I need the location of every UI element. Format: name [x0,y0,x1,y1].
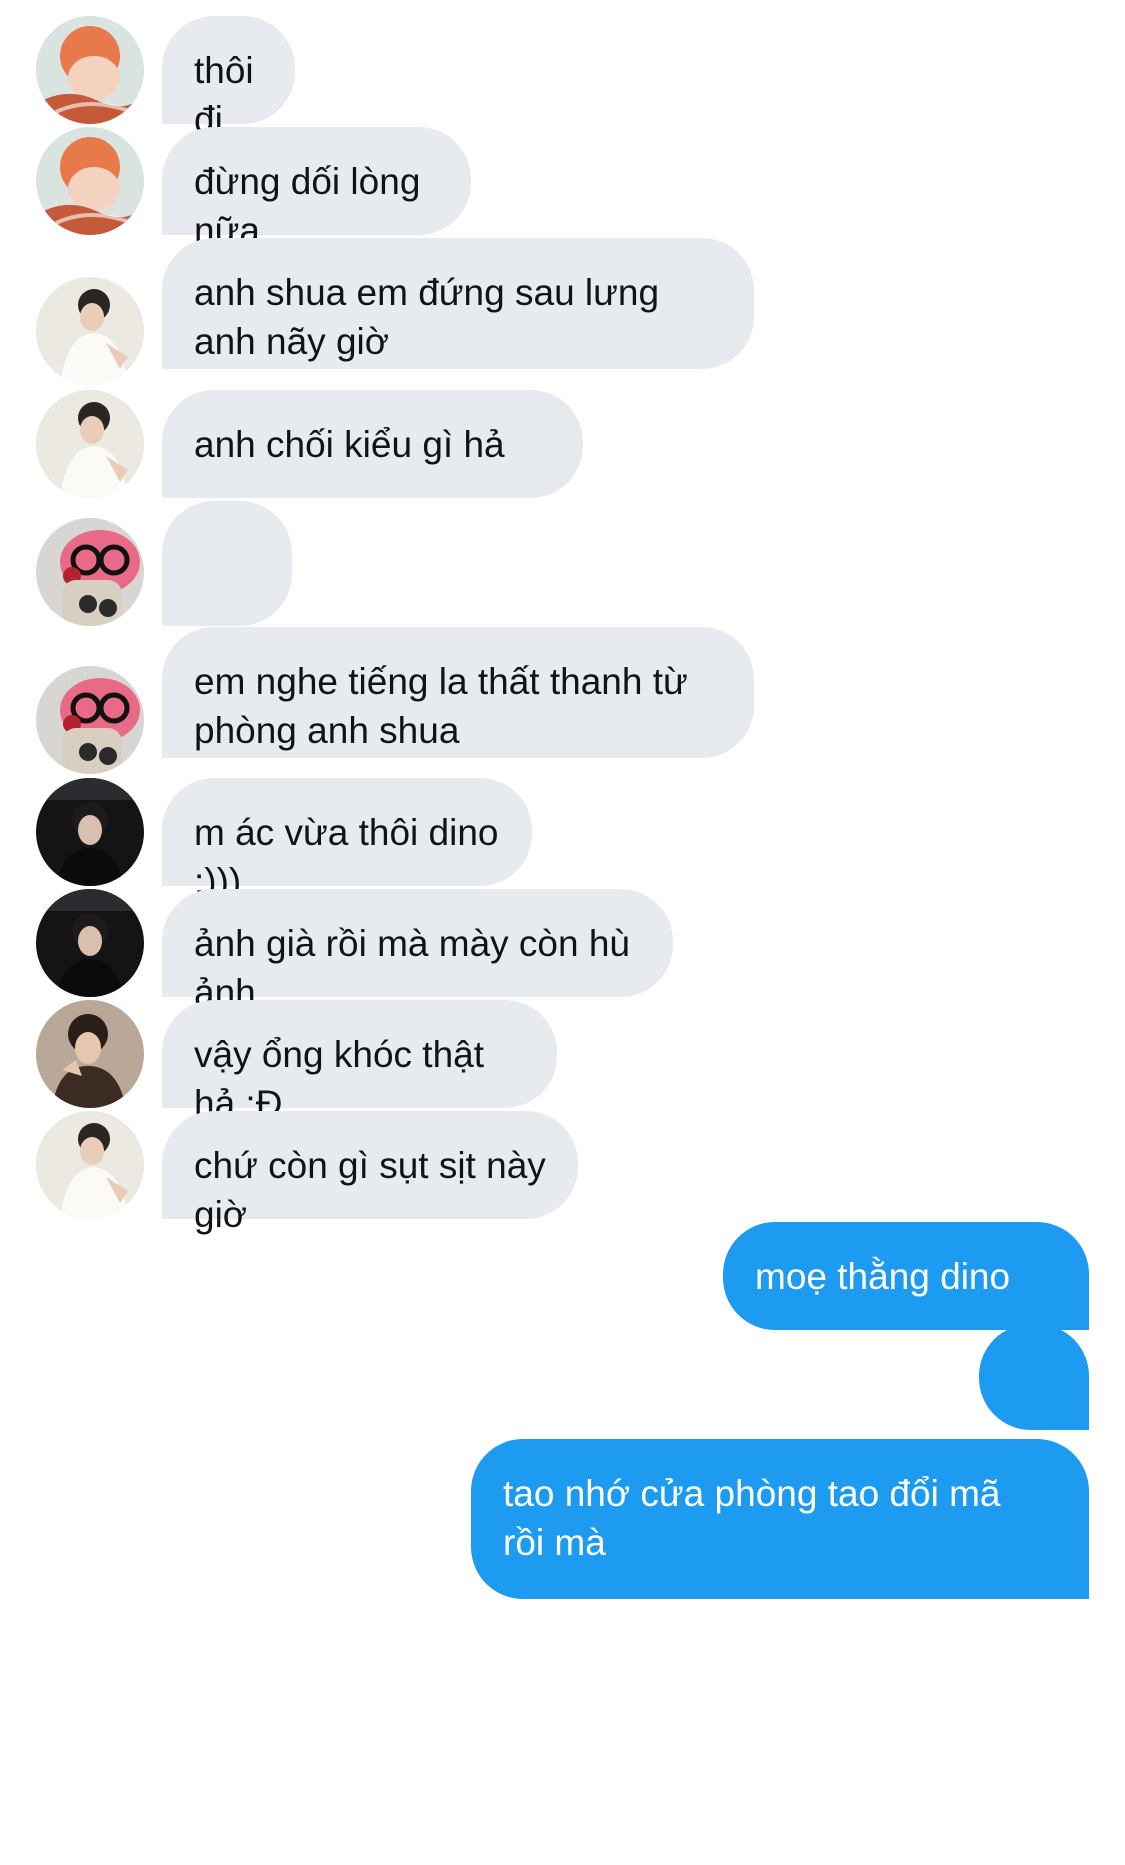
message-row: vậy ổng khóc thật hả :Đ [0,1000,1125,1124]
message-bubble[interactable]: em nghe tiếng la thất thanh từ phòng anh… [162,627,754,758]
message-row: m ác vừa thôi dino :))) [0,778,1125,902]
avatar-white-shirt[interactable] [36,390,144,498]
message-bubble-outgoing[interactable]: tao nhớ cửa phòng tao đổi mã rồi mà [471,1439,1089,1599]
message-row: thôi đi [0,16,1125,140]
avatar-white-shirt[interactable] [36,277,144,385]
message-row: em nghe tiếng la thất thanh từ phòng anh… [0,627,1125,774]
avatar-white-shirt[interactable] [36,1111,144,1219]
message-row: tao nhớ cửa phòng tao đổi mã rồi mà [0,1439,1125,1599]
message-bubble[interactable]: anh chối kiểu gì hả [162,390,583,498]
message-bubble-outgoing[interactable]: moẹ thằng dino [723,1222,1089,1330]
message-row: ảnh già rồi mà mày còn hù ảnh [0,889,1125,1013]
message-row: đừng dối lòng nữa [0,127,1125,251]
message-bubble[interactable]: m ác vừa thôi dino :))) [162,778,532,902]
message-row: clm [0,501,1125,726]
message-thread: thôi đi đừng dối lòng nữa anh shua em đứ… [0,0,1125,1865]
avatar-pink-plush[interactable] [36,518,144,626]
message-bubble[interactable]: đừng dối lòng nữa [162,127,471,251]
message-row [0,1324,1125,1497]
message-bubble[interactable]: chứ còn gì sụt sịt này giờ [162,1111,578,1235]
avatar-leather-jacket[interactable] [36,1000,144,1108]
message-bubble[interactable]: clm [162,501,292,726]
avatar-jhope[interactable] [36,127,144,235]
message-bubble[interactable]: vậy ổng khóc thật hả :Đ [162,1000,557,1124]
message-row: moẹ thằng dino [0,1222,1125,1330]
message-row: anh chối kiểu gì hả [0,390,1125,498]
avatar-dark-portrait[interactable] [36,889,144,997]
avatar-dark-portrait[interactable] [36,778,144,886]
message-bubble[interactable]: ảnh già rồi mà mày còn hù ảnh [162,889,673,1013]
message-bubble[interactable]: thôi đi [162,16,295,140]
message-bubble-outgoing[interactable] [979,1324,1089,1497]
message-row: anh shua em đứng sau lưng anh nãy giờ [0,238,1125,385]
avatar-jhope[interactable] [36,16,144,124]
message-row: chứ còn gì sụt sịt này giờ [0,1111,1125,1235]
avatar-pink-plush[interactable] [36,666,144,774]
message-bubble[interactable]: anh shua em đứng sau lưng anh nãy giờ [162,238,754,369]
